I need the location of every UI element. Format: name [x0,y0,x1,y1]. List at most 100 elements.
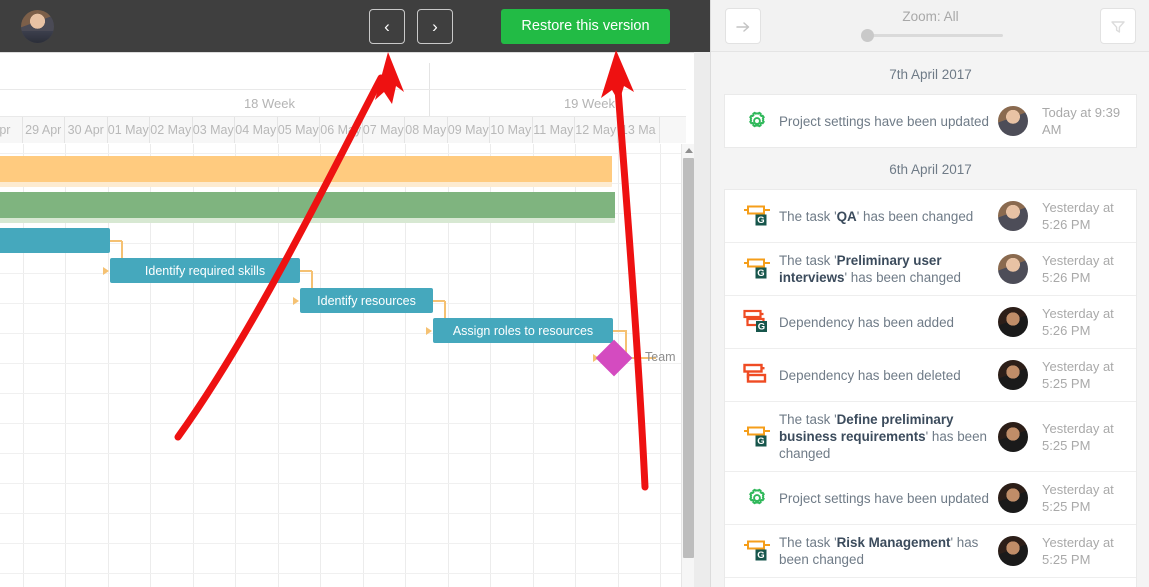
activity-user-avatar [998,307,1028,337]
summary-bar-progress [0,156,612,182]
activity-date-heading: 7th April 2017 [889,67,972,82]
task-changed-icon: G [735,201,779,231]
task-changed-icon: G [735,254,779,284]
dependency-added-icon: G [735,307,779,337]
timescale-day-cell: 09 May [448,117,490,143]
activity-timestamp: Yesterday at 5:25 PM [1042,482,1114,514]
gantt-chart-area[interactable]: Identify required skills Identify resourc… [0,144,686,587]
activity-description: Project settings have been updated [779,113,989,129]
timescale-day-cell: 03 May [193,117,235,143]
activity-row[interactable]: GThe task 'Define preliminary business r… [725,578,1136,587]
activity-timestamp: Yesterday at 5:26 PM [1042,306,1114,338]
activity-description: The task 'Define preliminary business re… [779,412,987,461]
timescale-day-cell: 01 May [108,117,150,143]
grid-line-horizontal [0,573,686,574]
activity-entity-name: Preliminary user interviews [779,253,942,285]
funnel-icon[interactable] [1100,8,1136,44]
activity-user-avatar [998,421,1028,452]
zoom-slider-handle[interactable] [861,29,874,42]
svg-text:G: G [757,215,764,226]
activity-row[interactable]: G Dependency has been added Yesterday at 5… [725,296,1136,349]
svg-text:G: G [757,550,764,561]
gantt-body: 18 Week19 Week Apr29 Apr30 Apr01 May02 M… [0,52,710,587]
timescale-day-cell: 06 May [320,117,363,143]
activity-timestamp: Yesterday at 5:26 PM [1042,253,1114,285]
svg-text:G: G [757,268,764,279]
activity-row[interactable]: G The task 'Preliminary user interviews' … [725,243,1136,296]
timescale-month-cell [430,63,710,89]
gantt-toolbar: ‹ › Restore this version [0,0,710,52]
activity-timestamp: Yesterday at 5:25 PM [1042,535,1114,567]
gantt-right-rail [694,52,710,587]
gantt-timescale: 18 Week19 Week Apr29 Apr30 Apr01 May02 M… [0,63,686,143]
dependency-arrow-icon [103,266,109,275]
activity-timestamp: Yesterday at 5:25 PM [1042,420,1114,453]
activity-description: The task 'QA' has been changed [779,208,974,224]
gantt-task-bar[interactable] [0,228,110,253]
activity-timestamp: Yesterday at 5:26 PM [1042,200,1114,232]
scrollbar-thumb[interactable] [683,158,694,558]
timescale-month-cell [110,63,430,89]
activity-row[interactable]: Project settings have been updated Yester… [725,472,1136,525]
activity-user-avatar [998,536,1028,566]
activity-user-avatar [998,201,1028,231]
timescale-day-cell: Apr [0,117,23,143]
previous-version-button[interactable]: ‹ [369,9,405,44]
restore-this-version-button[interactable]: Restore this version [501,9,670,44]
grid-line-horizontal [0,483,686,484]
activity-user-avatar [998,106,1028,136]
grid-line-horizontal [0,363,686,364]
dependency-arrow-icon [293,296,299,305]
gantt-task-bar[interactable]: Assign roles to resources [433,318,613,343]
timescale-day-cell: 13 Ma [618,117,660,143]
activity-timestamp: Today at 9:39 AM [1042,105,1121,137]
gantt-task-bar[interactable]: Identify resources [300,288,433,313]
timescale-day-row: Apr29 Apr30 Apr01 May02 May03 May04 May0… [0,117,686,143]
settings-gear-icon [735,106,779,136]
timescale-day-cell: 02 May [150,117,193,143]
next-version-button[interactable]: › [417,9,453,44]
gantt-vertical-scrollbar[interactable] [681,144,694,587]
timescale-day-cell: 30 Apr [65,117,108,143]
activity-timestamp: Yesterday at 5:25 PM [1042,359,1114,391]
summary-bar-green[interactable] [0,192,615,223]
scroll-up-arrow-icon[interactable] [685,148,693,153]
activity-user-avatar [998,254,1028,284]
grid-line-horizontal [0,543,686,544]
activity-row[interactable]: G The task 'Risk Management' has been cha… [725,525,1136,578]
milestone-label: Team [645,350,676,364]
activity-description: The task 'Risk Management' has been chan… [779,535,979,567]
activity-entity-name: QA [836,208,857,224]
activity-row[interactable]: Project settings have been updated Today … [725,95,1136,147]
activity-pane: Zoom: All 7th April 2017 Project settings… [710,0,1149,587]
grid-line-horizontal [0,423,686,424]
activity-entity-name: Risk Management [836,535,951,550]
activity-user-avatar [998,483,1028,513]
activity-row[interactable]: G The task 'Define preliminary business r… [725,402,1136,472]
timescale-week-cell: 19 Week [430,90,710,116]
zoom-slider-track[interactable] [866,34,1003,37]
svg-text:G: G [757,436,764,447]
activity-toolbar: Zoom: All [711,0,1149,52]
grid-line-horizontal [0,513,686,514]
summary-bar-progress [0,192,615,218]
timescale-week-row: 18 Week 19 Week [0,90,686,117]
activity-group-card: Project settings have been updated Today … [724,94,1137,148]
activity-row[interactable]: G The task 'QA' has been changed Yesterday… [725,190,1136,243]
timescale-day-cell: 07 May [363,117,405,143]
timescale-day-cell: 05 May [278,117,320,143]
timescale-day-cell: 29 Apr [23,117,65,143]
activity-date-heading: 6th April 2017 [889,162,972,177]
activity-description: Dependency has been deleted [779,367,961,383]
activity-description: Dependency has been added [779,314,954,330]
grid-line-horizontal [0,153,686,154]
gantt-task-bar[interactable]: Identify required skills [110,258,300,283]
grid-line-horizontal [0,453,686,454]
activity-row[interactable]: Dependency has been deleted Yesterday at … [725,349,1136,402]
summary-bar-orange[interactable] [0,156,612,187]
activity-feed[interactable]: 7th April 2017 Project settings have been… [711,53,1149,587]
svg-text:G: G [758,322,765,333]
timescale-day-cell: 04 May [235,117,278,143]
grid-line-horizontal [0,393,686,394]
version-history-screen: ‹ › Restore this version 18 Week 19 Week … [0,0,1149,587]
